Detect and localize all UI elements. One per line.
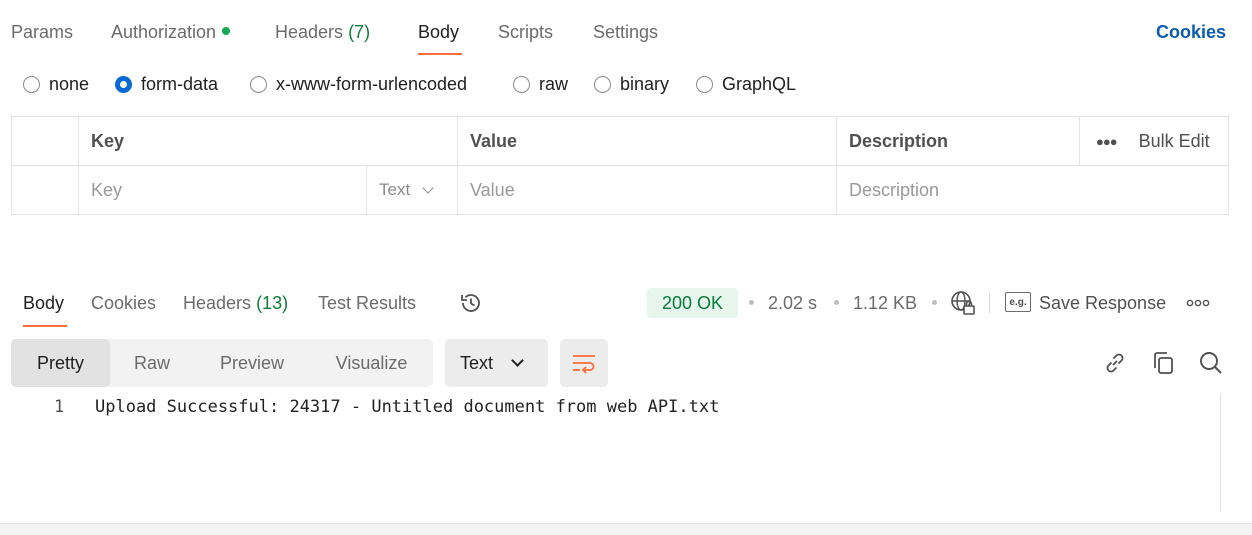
key-input[interactable]: Key [79,166,367,214]
response-tab-headers[interactable]: Headers (13) [183,292,288,314]
meta-separator [834,300,839,305]
radio-label: GraphQL [722,74,797,94]
tab-authorization[interactable]: Authorization [111,20,231,44]
radio-circle [696,76,713,93]
cookies-link[interactable]: Cookies [1156,20,1226,44]
scrollbar[interactable] [1220,394,1221,512]
radio-circle [513,76,530,93]
history-icon[interactable] [458,290,484,316]
tab-body[interactable]: Body [418,20,459,44]
column-header-key: Key [79,117,458,166]
radio-circle [594,76,611,93]
radio-label: raw [539,74,569,94]
radio-circle [23,76,40,93]
radio-circle-selected [115,76,132,93]
word-wrap-button[interactable] [560,339,608,387]
chevron-down-icon [422,182,434,194]
header-checkbox-cell [12,117,79,166]
format-select[interactable]: Text [445,339,548,387]
save-response-button[interactable]: Save Response [1039,292,1166,314]
bulk-edit-button[interactable]: Bulk Edit [1139,131,1210,152]
tab-authorization-label: Authorization [111,22,217,42]
view-preview-button[interactable]: Preview [194,339,310,387]
response-tab-test-results[interactable]: Test Results [318,292,416,314]
format-label: Text [460,352,494,373]
view-visualize-button[interactable]: Visualize [310,339,433,387]
response-tab-cookies[interactable]: Cookies [91,292,156,314]
radio-form-data[interactable]: form-data [115,74,218,95]
description-input[interactable]: Description [837,166,1229,214]
view-pretty-button[interactable]: Pretty [11,339,110,387]
column-header-value: Value [458,117,837,166]
radio-label: binary [620,74,670,94]
bulk-edit-area: ●●● Bulk Edit [1080,117,1229,166]
form-data-table: Key Value Description ●●● Bulk Edit Key … [11,116,1229,215]
request-tabs: Params Authorization Headers (7) Body Sc… [0,0,1252,62]
key-type-label: Text [379,180,411,199]
divider [989,293,990,313]
response-tab-headers-label: Headers [183,293,252,313]
copy-icon[interactable] [1150,350,1176,376]
response-body-text[interactable]: Upload Successful: 24317 - Untitled docu… [95,396,719,418]
more-icon[interactable] [1186,297,1210,309]
code-line: 1 Upload Successful: 24317 - Untitled do… [0,396,1220,418]
column-header-description: Description [837,117,1080,166]
radio-x-www-form-urlencoded[interactable]: x-www-form-urlencoded [250,74,467,95]
chevron-down-icon [511,354,524,367]
radio-raw[interactable]: raw [513,74,568,95]
response-time[interactable]: 2.02 s [768,292,817,314]
tab-scripts[interactable]: Scripts [498,20,553,44]
radio-none[interactable]: none [23,74,89,95]
radio-label: none [49,74,90,94]
radio-circle [250,76,267,93]
response-active-underline [23,325,67,327]
tab-headers-label: Headers [275,22,344,42]
view-raw-button[interactable]: Raw [110,339,194,387]
meta-separator [749,300,754,305]
tab-headers-count: (7) [348,22,371,42]
active-tab-underline [418,53,462,55]
line-number: 1 [54,397,65,417]
key-type-select[interactable]: Text [367,166,458,214]
tab-params[interactable]: Params [11,20,73,44]
value-input[interactable]: Value [458,166,837,214]
status-badge[interactable]: 200 OK [647,288,738,318]
tab-settings[interactable]: Settings [593,20,658,44]
response-size[interactable]: 1.12 KB [853,292,917,314]
example-icon[interactable]: e.g. [1005,292,1031,312]
status-bar [0,523,1252,535]
meta-separator [932,300,937,305]
auth-status-dot [222,27,231,35]
word-wrap-icon [573,355,595,374]
radio-binary[interactable]: binary [594,74,669,95]
body-mode-selector: none form-data x-www-form-urlencoded raw… [0,72,900,100]
response-tab-body[interactable]: Body [23,292,64,314]
link-icon[interactable] [1102,350,1128,376]
view-mode-group: Pretty Raw Preview Visualize [11,339,433,387]
radio-graphql[interactable]: GraphQL [696,74,796,95]
radio-label: form-data [141,74,219,94]
globe-lock-icon[interactable] [950,290,976,316]
row-checkbox-cell [12,166,79,214]
radio-label: x-www-form-urlencoded [276,74,468,94]
more-options-icon[interactable]: ●●● [1096,134,1118,149]
response-tab-headers-count: (13) [256,293,289,313]
tab-headers[interactable]: Headers (7) [275,20,370,44]
search-icon[interactable] [1198,350,1224,376]
